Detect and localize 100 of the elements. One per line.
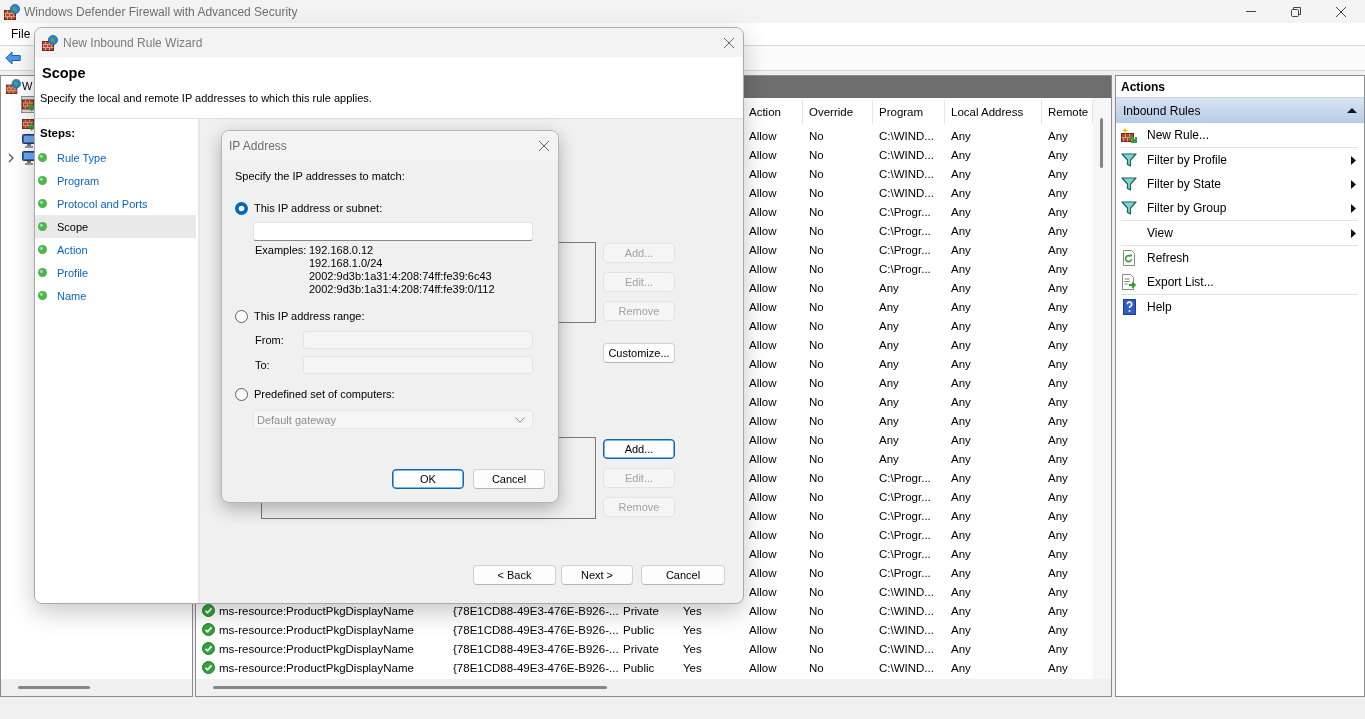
- table-cell: Any: [1048, 508, 1068, 523]
- action-item[interactable]: Export List...: [1116, 270, 1364, 294]
- next-button[interactable]: Next >: [561, 565, 633, 585]
- action-item[interactable]: Filter by Profile: [1116, 148, 1364, 172]
- table-cell: Any: [951, 489, 971, 504]
- table-cell: No: [809, 261, 824, 276]
- table-cell: Any: [879, 280, 899, 295]
- table-cell: Any: [951, 470, 971, 485]
- table-cell: Any: [879, 413, 899, 428]
- restore-icon[interactable]: [1290, 6, 1301, 17]
- table-cell: Any: [879, 318, 899, 333]
- table-cell: Any: [951, 356, 971, 371]
- input-field[interactable]: [253, 222, 533, 241]
- brick-wall-icon[interactable]: [22, 116, 36, 131]
- table-cell: Any: [951, 185, 971, 200]
- bullet-icon: [38, 222, 47, 231]
- table-cell: Any: [1048, 261, 1068, 276]
- close-icon[interactable]: [724, 37, 734, 48]
- chevron-right-icon[interactable]: [8, 152, 14, 163]
- table-cell: Any: [879, 451, 899, 466]
- minimize-icon[interactable]: [1245, 11, 1256, 12]
- help-icon: [1122, 299, 1136, 315]
- table-cell: Allow: [749, 337, 777, 352]
- close-icon[interactable]: [1335, 6, 1346, 17]
- table-cell: No: [809, 204, 824, 219]
- table-cell: Any: [1048, 603, 1068, 618]
- table-cell: Any: [1048, 527, 1068, 542]
- step-link[interactable]: Action: [35, 238, 196, 261]
- back-arrow-icon[interactable]: [5, 51, 21, 65]
- cancel-button[interactable]: Cancel: [641, 565, 725, 585]
- table-cell: No: [809, 413, 824, 428]
- check-icon: [202, 661, 215, 674]
- menu-item[interactable]: File: [11, 27, 31, 41]
- scrollbar[interactable]: [18, 686, 90, 689]
- field-label: From:: [255, 334, 284, 346]
- table-cell: Any: [951, 527, 971, 542]
- close-icon[interactable]: [539, 140, 549, 151]
- table-cell: Public: [623, 622, 655, 637]
- table-cell: No: [809, 584, 824, 599]
- table-cell: No: [809, 299, 824, 314]
- steps-heading: Steps:: [40, 126, 76, 139]
- table-cell: Any: [951, 622, 971, 637]
- table-cell: C:\Progr...: [879, 546, 931, 561]
- table-cell: C:\WIND...: [879, 603, 934, 618]
- scrollbar[interactable]: [213, 686, 607, 689]
- cancel-button[interactable]: Cancel: [473, 469, 545, 489]
- step-link[interactable]: Name: [35, 284, 196, 307]
- column-header[interactable]: Local Address: [945, 100, 1042, 124]
- example-text: 2002:9d3b:1a31:4:208:74ff:fe39:0/112: [309, 283, 495, 295]
- back-button[interactable]: < Back: [473, 565, 556, 585]
- table-cell: Any: [951, 147, 971, 162]
- tree-item[interactable]: W: [6, 78, 33, 94]
- table-cell: Allow: [749, 508, 777, 523]
- radio-option[interactable]: This IP address or subnet:: [235, 201, 383, 215]
- table-cell: Allow: [749, 261, 777, 276]
- table-cell: Allow: [749, 318, 777, 333]
- ok-button[interactable]: OK: [392, 469, 464, 489]
- table-cell: Any: [1048, 641, 1068, 656]
- table-cell: Any: [1048, 470, 1068, 485]
- action-item[interactable]: New Rule...: [1116, 123, 1364, 147]
- section-header[interactable]: Inbound Rules: [1116, 98, 1364, 123]
- add-button[interactable]: Add...: [603, 439, 675, 459]
- action-item[interactable]: View: [1116, 221, 1364, 245]
- table-cell: Any: [951, 413, 971, 428]
- table-cell: Any: [1048, 375, 1068, 390]
- action-item[interactable]: Filter by State: [1116, 172, 1364, 196]
- table-cell: No: [809, 451, 824, 466]
- scrollbar[interactable]: [1100, 118, 1103, 168]
- action-item[interactable]: Refresh: [1116, 246, 1364, 270]
- table-cell: C:\Progr...: [879, 204, 931, 219]
- table-cell: C:\WIND...: [879, 584, 934, 599]
- table-cell: ms-resource:ProductPkgDisplayName: [219, 603, 414, 618]
- step-link[interactable]: Rule Type: [35, 146, 196, 169]
- action-item[interactable]: Help: [1116, 295, 1364, 319]
- table-cell: Any: [1048, 451, 1068, 466]
- table-cell: Any: [951, 280, 971, 295]
- table-cell: {78E1CD88-49E3-476E-B926-...: [453, 660, 619, 675]
- refresh-icon: [1121, 250, 1137, 266]
- table-cell: Any: [951, 603, 971, 618]
- table-cell: Any: [951, 584, 971, 599]
- column-header[interactable]: Program: [873, 100, 945, 124]
- firewall-icon: [4, 3, 20, 20]
- step-link[interactable]: Scope: [35, 215, 196, 238]
- radio-option[interactable]: This IP address range:: [235, 309, 365, 323]
- step-link[interactable]: Protocol and Ports: [35, 192, 196, 215]
- table-cell: No: [809, 318, 824, 333]
- customize-button[interactable]: Customize...: [603, 343, 675, 363]
- table-cell: Any: [879, 375, 899, 390]
- table-cell: Any: [879, 432, 899, 447]
- step-link[interactable]: Profile: [35, 261, 196, 284]
- step-link[interactable]: Program: [35, 169, 196, 192]
- column-header[interactable]: Override: [803, 100, 873, 124]
- radio-option[interactable]: Predefined set of computers:: [235, 387, 395, 401]
- table-cell: {78E1CD88-49E3-476E-B926-...: [453, 603, 619, 618]
- dialog-title: New Inbound Rule Wizard: [63, 35, 203, 50]
- document-arrow-icon: [1121, 274, 1137, 290]
- table-cell: Any: [951, 166, 971, 181]
- table-cell: Any: [1048, 147, 1068, 162]
- action-item[interactable]: Filter by Group: [1116, 196, 1364, 220]
- table-cell: Allow: [749, 128, 777, 143]
